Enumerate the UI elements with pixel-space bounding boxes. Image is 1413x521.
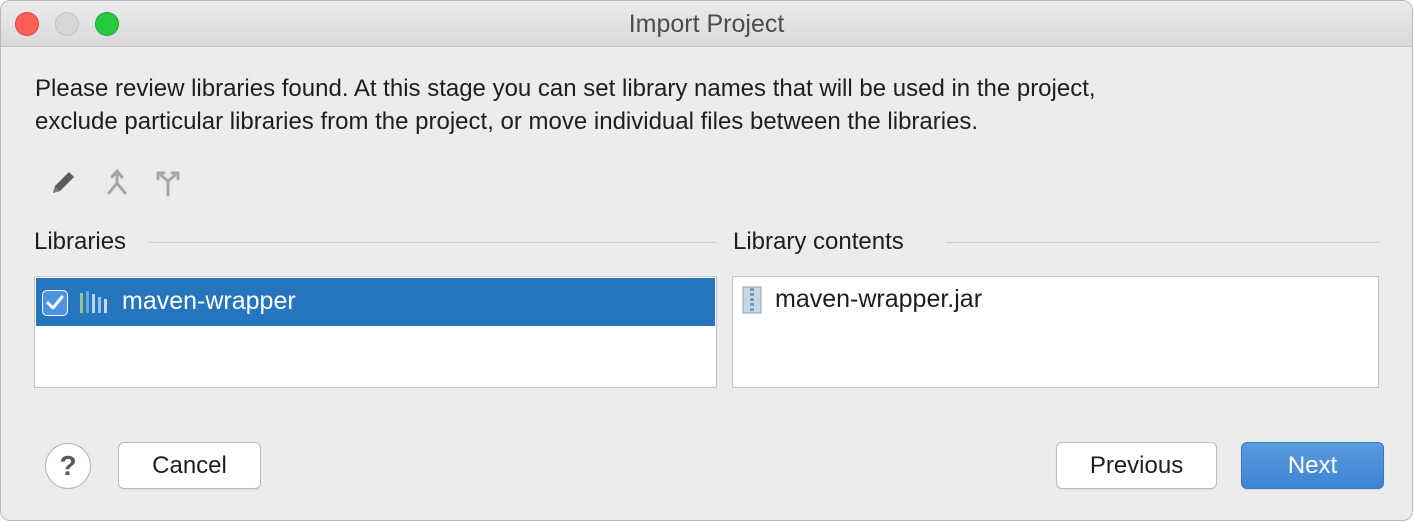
libraries-list[interactable]: maven-wrapper [34, 276, 717, 388]
cancel-button[interactable]: Cancel [118, 442, 261, 489]
split-icon[interactable] [153, 167, 183, 199]
library-contents-list[interactable]: maven-wrapper.jar [732, 276, 1379, 388]
library-contents-separator [946, 242, 1379, 243]
window-title: Import Project [628, 10, 785, 38]
jar-archive-icon [742, 286, 762, 314]
description-line-1: Please review libraries found. At this s… [35, 75, 1096, 102]
merge-icon[interactable] [102, 167, 132, 199]
import-project-dialog: Import Project Please review libraries f… [0, 0, 1413, 521]
description-text: Please review libraries found. At this s… [35, 72, 1375, 138]
title-bar: Import Project [1, 1, 1412, 47]
jar-file-name: maven-wrapper.jar [775, 285, 983, 313]
help-button[interactable]: ? [45, 443, 91, 489]
library-row-maven-wrapper[interactable]: maven-wrapper [36, 278, 715, 326]
library-name: maven-wrapper [122, 287, 296, 315]
checkmark-icon [46, 295, 64, 310]
library-icon [80, 291, 107, 313]
description-line-2: exclude particular libraries from the pr… [35, 108, 979, 135]
next-button[interactable]: Next [1241, 442, 1384, 489]
edit-pencil-icon[interactable] [49, 167, 79, 199]
libraries-separator [149, 242, 717, 243]
libraries-label: Libraries [34, 228, 139, 256]
previous-button[interactable]: Previous [1056, 442, 1217, 489]
library-contents-label: Library contents [733, 228, 916, 256]
library-checkbox[interactable] [42, 290, 68, 316]
